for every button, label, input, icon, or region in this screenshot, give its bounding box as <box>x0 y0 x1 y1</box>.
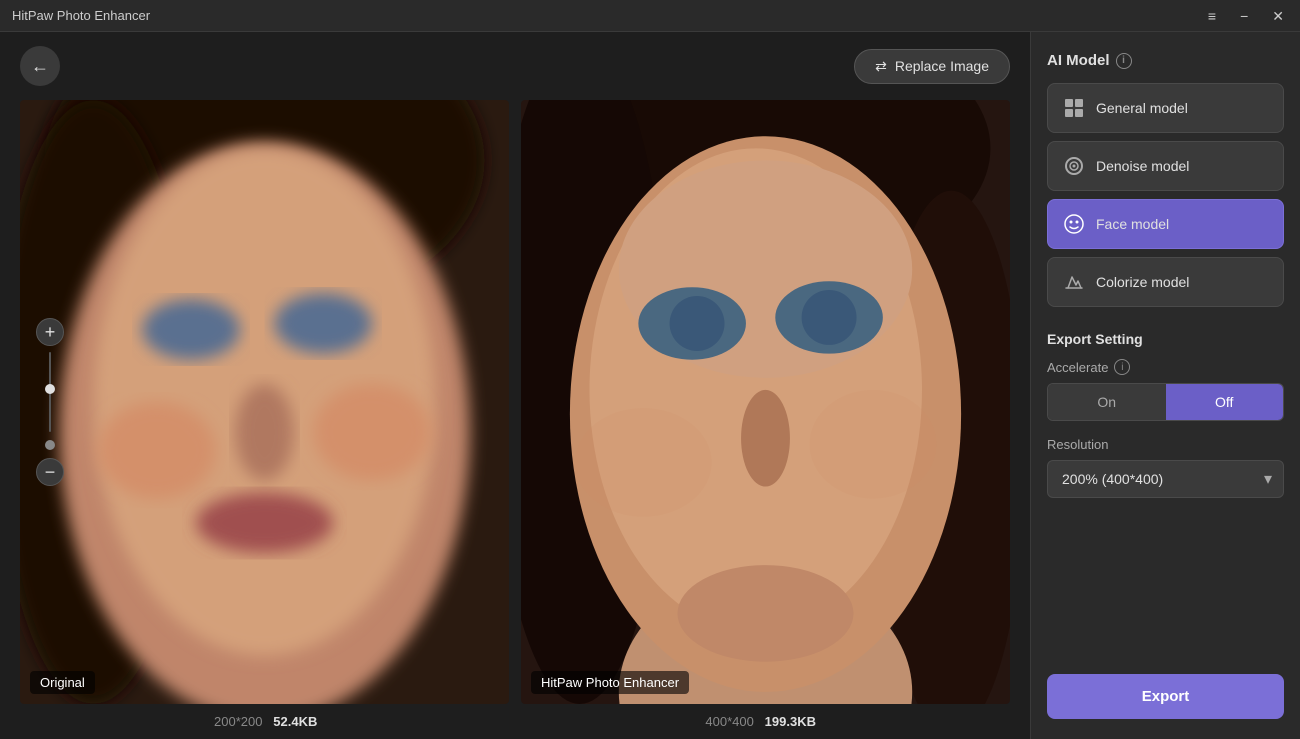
general-model-button[interactable]: General model <box>1047 83 1284 133</box>
enhanced-filesize: 199.3KB <box>765 714 816 729</box>
accelerate-label: Accelerate i <box>1047 359 1284 375</box>
image-info-bar: 200*200 52.4KB 400*400 199.3KB <box>0 704 1030 739</box>
replace-icon: ⇄ <box>875 58 887 75</box>
zoom-track <box>49 352 51 432</box>
face-model-label: Face model <box>1096 216 1169 232</box>
resolution-select[interactable]: 200% (400*400) 100% (200*200) 400% (800*… <box>1047 460 1284 498</box>
colorize-model-label: Colorize model <box>1096 274 1189 290</box>
export-setting-section: Export Setting Accelerate i On Off Resol… <box>1047 331 1284 498</box>
general-model-label: General model <box>1096 100 1188 116</box>
title-bar: HitPaw Photo Enhancer ≡ − ✕ <box>0 0 1300 32</box>
enhanced-image-svg <box>521 100 1010 704</box>
original-image-svg <box>20 100 509 704</box>
enhanced-image-wrapper: HitPaw Photo Enhancer <box>521 100 1010 704</box>
images-container: + − <box>0 100 1030 704</box>
zoom-in-button[interactable]: + <box>36 318 64 346</box>
back-button[interactable]: ← <box>20 46 60 86</box>
close-button[interactable]: ✕ <box>1268 5 1288 27</box>
image-divider <box>514 100 516 704</box>
accelerate-on-button[interactable]: On <box>1048 384 1166 420</box>
export-button[interactable]: Export <box>1047 674 1284 719</box>
original-dimensions: 200*200 <box>214 714 262 729</box>
accelerate-off-button[interactable]: Off <box>1166 384 1284 420</box>
title-bar-controls: ≡ − ✕ <box>1204 5 1288 27</box>
original-image: Original <box>20 100 509 704</box>
main-content: ← ⇄ Replace Image + − <box>0 32 1300 739</box>
export-setting-title: Export Setting <box>1047 331 1284 347</box>
image-panel: ← ⇄ Replace Image + − <box>0 32 1030 739</box>
replace-image-button[interactable]: ⇄ Replace Image <box>854 49 1010 84</box>
app-title: HitPaw Photo Enhancer <box>12 8 150 23</box>
zoom-indicator <box>45 440 55 450</box>
title-bar-left: HitPaw Photo Enhancer <box>12 8 150 23</box>
general-model-icon <box>1062 96 1086 120</box>
toolbar: ← ⇄ Replace Image <box>0 32 1030 100</box>
colorize-model-icon <box>1062 270 1086 294</box>
face-model-button[interactable]: Face model <box>1047 199 1284 249</box>
back-icon: ← <box>31 56 49 77</box>
right-panel: AI Model i General model <box>1030 32 1300 739</box>
original-label: Original <box>30 671 95 694</box>
zoom-controls: + − <box>36 318 64 486</box>
denoise-model-label: Denoise model <box>1096 158 1189 174</box>
resolution-wrapper: 200% (400*400) 100% (200*200) 400% (800*… <box>1047 460 1284 498</box>
enhanced-label: HitPaw Photo Enhancer <box>531 671 689 694</box>
zoom-out-button[interactable]: − <box>36 458 64 486</box>
original-filesize: 52.4KB <box>273 714 317 729</box>
original-info: 200*200 52.4KB <box>214 714 317 729</box>
zoom-handle[interactable] <box>45 384 55 394</box>
resolution-label: Resolution <box>1047 437 1284 452</box>
face-model-icon <box>1062 212 1086 236</box>
minimize-button[interactable]: − <box>1236 5 1252 27</box>
denoise-model-icon <box>1062 154 1086 178</box>
original-image-wrapper: Original <box>20 100 509 704</box>
enhanced-info: 400*400 199.3KB <box>705 714 816 729</box>
accelerate-info-icon[interactable]: i <box>1114 359 1130 375</box>
enhanced-image: HitPaw Photo Enhancer <box>521 100 1010 704</box>
colorize-model-button[interactable]: Colorize model <box>1047 257 1284 307</box>
accelerate-toggle-group: On Off <box>1047 383 1284 421</box>
denoise-model-button[interactable]: Denoise model <box>1047 141 1284 191</box>
enhanced-dimensions: 400*400 <box>705 714 753 729</box>
menu-button[interactable]: ≡ <box>1204 5 1220 27</box>
replace-label: Replace Image <box>895 58 989 74</box>
ai-model-title: AI Model i <box>1047 52 1284 69</box>
ai-model-info-icon[interactable]: i <box>1116 53 1132 69</box>
